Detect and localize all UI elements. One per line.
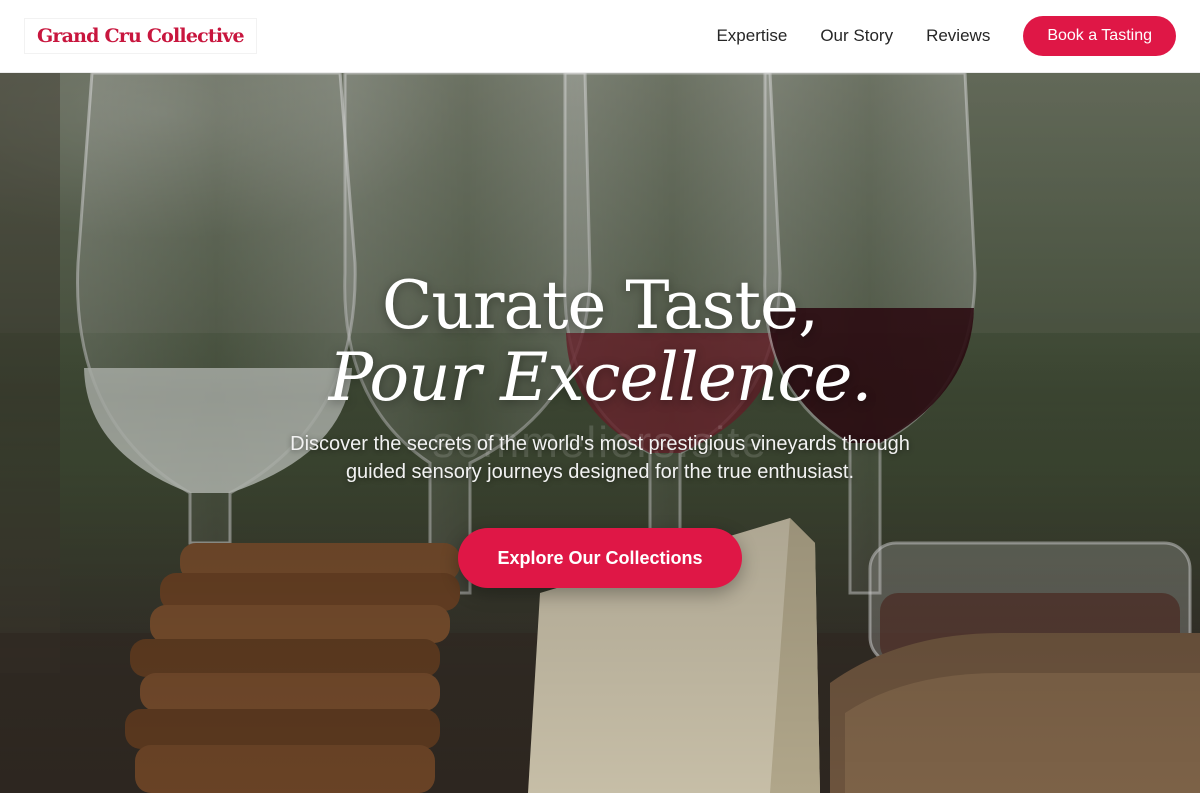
main-nav: Expertise Our Story Reviews Book a Tasti… (716, 16, 1176, 56)
nav-link-expertise[interactable]: Expertise (716, 26, 787, 46)
hero-subtitle: Discover the secrets of the world's most… (290, 433, 910, 483)
book-tasting-button[interactable]: Book a Tasting (1023, 16, 1176, 56)
explore-collections-button[interactable]: Explore Our Collections (458, 528, 742, 588)
nav-link-our-story[interactable]: Our Story (820, 26, 893, 46)
hero-section: sommeliers.site Curate Taste, Pour Excel… (0, 73, 1200, 793)
hero-content: Curate Taste, Pour Excellence. Discover … (0, 73, 1200, 793)
hero-heading: Curate Taste, Pour Excellence. (328, 267, 873, 416)
brand-logo[interactable]: Grand Cru Collective (24, 18, 257, 54)
site-header: Grand Cru Collective Expertise Our Story… (0, 0, 1200, 73)
nav-link-reviews[interactable]: Reviews (926, 26, 990, 46)
hero-heading-line-2: Pour Excellence. (328, 339, 873, 416)
page-bottom-strip (0, 793, 1200, 800)
hero-heading-line-1: Curate Taste, (381, 267, 819, 344)
